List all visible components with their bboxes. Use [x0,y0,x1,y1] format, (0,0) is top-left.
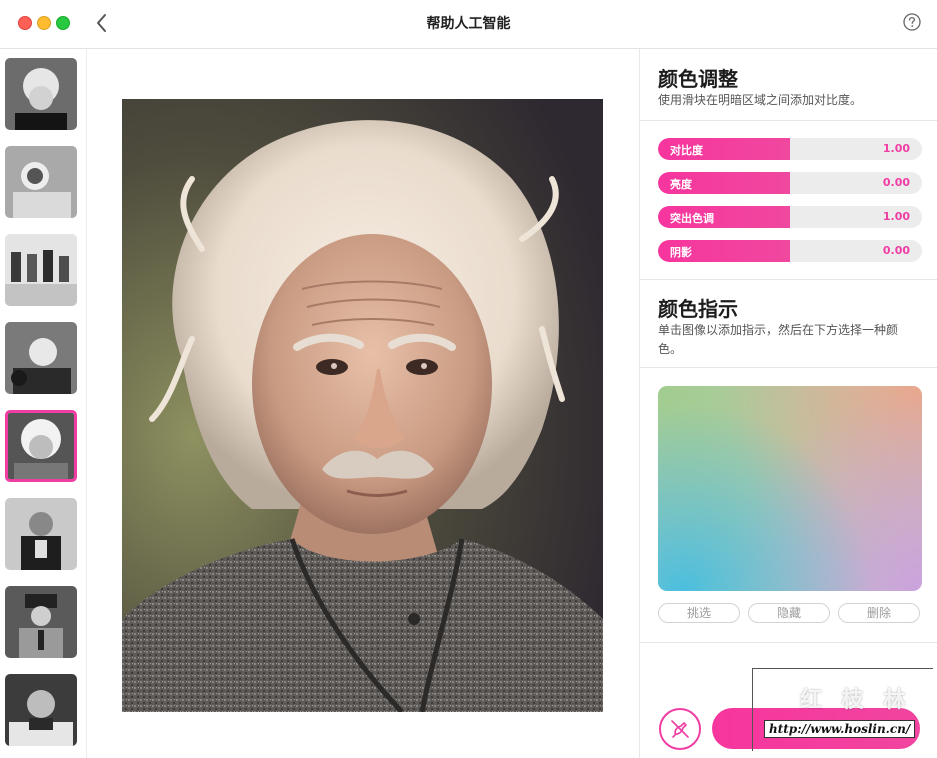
thumbnail-sidebar [0,49,87,758]
divider [640,279,937,280]
title-bar: 帮助人工智能 [0,0,937,49]
contrast-slider[interactable]: 对比度 1.00 [658,138,922,160]
slider-value: 1.00 [882,210,910,223]
thumbnail-2[interactable] [5,146,77,218]
slider-value: 0.00 [882,176,910,189]
slider-value: 0.00 [882,244,910,257]
thumbnail-8[interactable] [5,674,77,746]
thumbnail-4[interactable] [5,322,77,394]
highlight-tone-slider[interactable]: 突出色调 1.00 [658,206,922,228]
color-adjust-description: 使用滑块在明暗区域之间添加对比度。 [658,93,863,107]
image-canvas[interactable] [87,49,638,758]
divider [640,120,937,121]
delete-button[interactable]: 删除 [838,603,920,623]
settings-panel: 颜色调整 使用滑块在明暗区域之间添加对比度。 对比度 1.00 亮度 0.00 … [639,49,937,758]
window-title: 帮助人工智能 [426,16,511,32]
thumbnail-7[interactable] [5,586,77,658]
thumbnail-3[interactable] [5,234,77,306]
question-circle-icon[interactable] [903,13,921,31]
hide-button[interactable]: 隐藏 [748,603,830,623]
color-hint-title: 颜色指示 [658,297,738,321]
brush-off-icon [671,720,689,738]
thumbnail-6[interactable] [5,498,77,570]
color-adjust-title: 颜色调整 [658,67,738,91]
watermark-logo: 红 枝 林 [800,688,912,713]
slider-label: 阴影 [670,246,692,259]
color-hint-description: 单击图像以添加指示，然后在下方选择一种颜色。 [658,323,899,356]
watermark-url: http://www.hoslin.cn/ [764,720,916,738]
divider [640,367,937,368]
brightness-slider[interactable]: 亮度 0.00 [658,172,922,194]
pick-button[interactable]: 挑选 [658,603,740,623]
slider-label: 亮度 [670,178,692,191]
thumbnail-5[interactable] [5,410,77,482]
color-picker-area[interactable] [658,386,922,591]
thumbnail-1[interactable] [5,58,77,130]
divider [640,642,937,643]
colorized-photo[interactable] [122,99,603,712]
slider-label: 对比度 [670,144,703,157]
shadow-slider[interactable]: 阴影 0.00 [658,240,922,262]
slider-label: 突出色调 [670,212,714,225]
slider-value: 1.00 [882,142,910,155]
brush-off-button[interactable] [659,708,701,750]
